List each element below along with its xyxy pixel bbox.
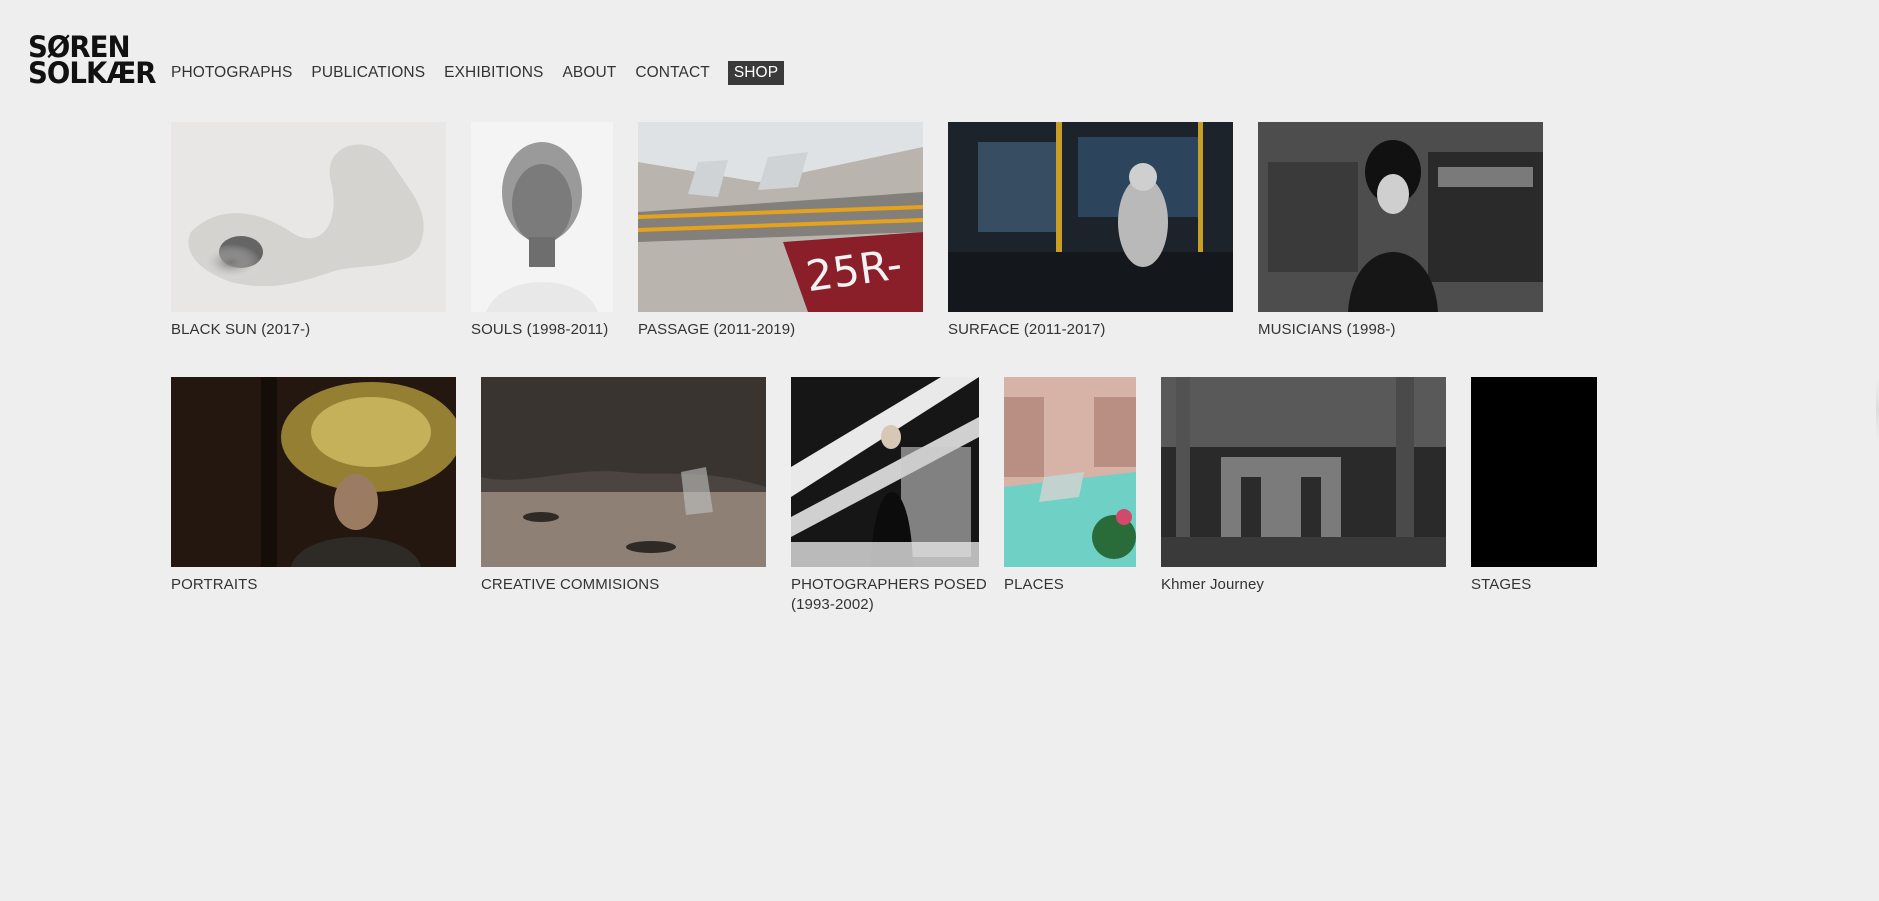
site-logo[interactable]: SØREN SOLKÆR xyxy=(28,33,157,90)
gallery-tile-surface[interactable]: SURFACE (2011-2017) xyxy=(948,122,1233,342)
nav-shop[interactable]: SHOP xyxy=(727,61,785,85)
thumbnail-souls[interactable] xyxy=(471,122,613,312)
nav-contact[interactable]: CONTACT xyxy=(635,61,709,85)
nav-about[interactable]: ABOUT xyxy=(562,61,616,85)
gallery-title[interactable]: PLACES xyxy=(1004,575,1064,595)
gallery-tile-black-sun[interactable]: BLACK SUN (2017-) xyxy=(171,122,446,342)
gallery-tile-places[interactable]: PLACES xyxy=(1004,377,1136,597)
gallery-title[interactable]: MUSICIANS (1998-) xyxy=(1258,320,1396,340)
thumbnail-surface[interactable] xyxy=(948,122,1233,312)
main-nav: PHOTOGRAPHS PUBLICATIONS EXHIBITIONS ABO… xyxy=(171,61,803,85)
gallery-tile-passage[interactable]: 25R- PASSAGE (2011-2019) xyxy=(638,122,923,342)
thumbnail-stages[interactable] xyxy=(1471,377,1597,567)
thumbnail-black-sun[interactable] xyxy=(171,122,446,312)
gallery-tile-portraits[interactable]: PORTRAITS xyxy=(171,377,456,597)
thumbnail-musicians[interactable] xyxy=(1258,122,1543,312)
gallery-title-line-2: (1993-2002) xyxy=(791,596,874,613)
gallery-title[interactable]: SURFACE (2011-2017) xyxy=(948,320,1106,340)
gallery-title[interactable]: STAGES xyxy=(1471,575,1531,595)
gallery-title-line-1: PHOTOGRAPHERS POSED xyxy=(791,576,987,593)
gallery-tile-stages[interactable]: STAGES xyxy=(1471,377,1597,597)
thumbnail-photographers-posed[interactable] xyxy=(791,377,979,567)
nav-publications[interactable]: PUBLICATIONS xyxy=(311,61,425,85)
gallery-tile-souls[interactable]: SOULS (1998-2011) xyxy=(471,122,613,342)
gallery-title[interactable]: BLACK SUN (2017-) xyxy=(171,320,310,340)
gallery-tile-khmer-journey[interactable]: Khmer Journey xyxy=(1161,377,1446,597)
gallery-title[interactable]: CREATIVE COMMISIONS xyxy=(481,575,659,595)
thumbnail-passage[interactable]: 25R- xyxy=(638,122,923,312)
nav-exhibitions[interactable]: EXHIBITIONS xyxy=(444,61,543,85)
gallery-tile-musicians[interactable]: MUSICIANS (1998-) xyxy=(1258,122,1543,342)
logo-line-2: SOLKÆR xyxy=(28,56,157,90)
thumbnail-portraits[interactable] xyxy=(171,377,456,567)
gallery-tile-photographers-posed[interactable]: PHOTOGRAPHERS POSED (1993-2002) xyxy=(791,377,987,617)
gallery-title[interactable]: PHOTOGRAPHERS POSED (1993-2002) xyxy=(791,575,987,615)
gallery-title[interactable]: PORTRAITS xyxy=(171,575,257,595)
thumbnail-places[interactable] xyxy=(1004,377,1136,567)
gallery-tile-creative-commisions[interactable]: CREATIVE COMMISIONS xyxy=(481,377,766,597)
gallery-title[interactable]: PASSAGE (2011-2019) xyxy=(638,320,795,340)
nav-photographs[interactable]: PHOTOGRAPHS xyxy=(171,61,292,85)
thumbnail-creative-commisions[interactable] xyxy=(481,377,766,567)
gallery-title[interactable]: Khmer Journey xyxy=(1161,575,1264,595)
gallery-title[interactable]: SOULS (1998-2011) xyxy=(471,320,608,340)
thumbnail-khmer-journey[interactable] xyxy=(1161,377,1446,567)
